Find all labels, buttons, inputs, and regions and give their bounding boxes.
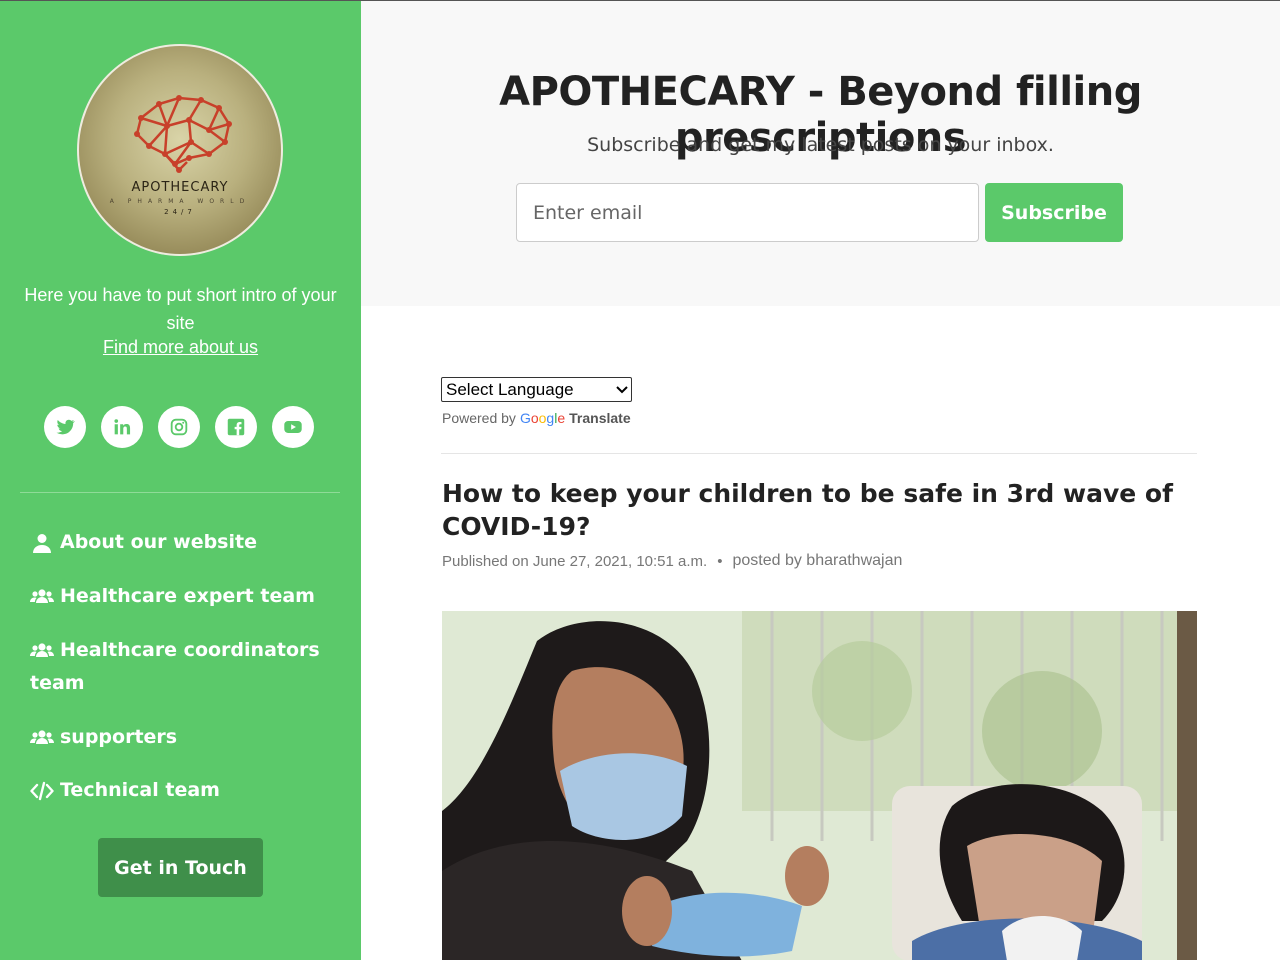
language-select[interactable]: Select Language	[441, 377, 632, 402]
instagram-icon	[170, 418, 188, 436]
google-translate-credit: Powered by Google Translate	[442, 410, 631, 426]
linkedin-icon	[114, 419, 131, 435]
sidebar-item-coordinators-team[interactable]: Healthcare coordinators team	[30, 634, 320, 700]
meta-separator: •	[717, 552, 723, 570]
logo-hours: 24/7	[164, 208, 196, 216]
page-header: APOTHECARY - Beyond filling prescription…	[361, 1, 1280, 306]
post-title[interactable]: How to keep your children to be safe in …	[442, 477, 1202, 543]
site-intro: Here you have to put short intro of your…	[24, 285, 337, 333]
translate-label[interactable]: Translate	[569, 410, 630, 426]
youtube-link[interactable]	[272, 406, 314, 448]
instagram-link[interactable]	[158, 406, 200, 448]
logo-tagline: A PHARMA WORLD	[109, 198, 251, 205]
subscribe-subtitle: Subscribe and get my latest posts on you…	[587, 134, 1054, 156]
post-date: Published on June 27, 2021, 10:51 a.m.	[442, 552, 708, 570]
users-icon	[30, 634, 60, 667]
powered-by-label: Powered by	[442, 410, 516, 426]
user-icon	[30, 526, 60, 559]
post-meta: Published on June 27, 2021, 10:51 a.m. •…	[442, 552, 902, 570]
sidebar-item-label: Healthcare coordinators team	[30, 639, 320, 694]
social-links	[44, 406, 314, 448]
google-logo[interactable]: Google	[520, 410, 565, 426]
youtube-icon	[284, 421, 302, 433]
chevron-down-icon	[613, 383, 631, 397]
facebook-link[interactable]	[215, 406, 257, 448]
find-more-link[interactable]: Find more about us	[0, 337, 361, 358]
sidebar-item-supporters[interactable]: supporters	[30, 721, 177, 754]
language-select-value: Select Language	[446, 379, 574, 399]
brain-network-icon	[134, 95, 232, 173]
sidebar-item-expert-team[interactable]: Healthcare expert team	[30, 580, 315, 613]
users-icon	[30, 580, 60, 613]
get-in-touch-button[interactable]: Get in Touch	[98, 838, 263, 897]
twitter-link[interactable]	[44, 406, 86, 448]
sidebar-item-technical-team[interactable]: Technical team	[30, 774, 220, 807]
sidebar-divider	[20, 492, 340, 493]
content-divider	[441, 453, 1197, 454]
sidebar-item-label: Healthcare expert team	[60, 585, 315, 607]
mother-child-mask-photo	[442, 611, 1197, 960]
sidebar-item-label: About our website	[60, 531, 257, 553]
linkedin-link[interactable]	[101, 406, 143, 448]
sidebar: APOTHECARY A PHARMA WORLD 24/7 Here you …	[0, 1, 361, 960]
sidebar-item-about[interactable]: About our website	[30, 526, 257, 559]
site-logo[interactable]: APOTHECARY A PHARMA WORLD 24/7	[77, 44, 283, 256]
twitter-icon	[56, 419, 75, 435]
email-field[interactable]	[516, 183, 979, 242]
subscribe-button[interactable]: Subscribe	[985, 183, 1123, 242]
sidebar-item-label: Technical team	[60, 779, 220, 801]
post-featured-image[interactable]	[442, 611, 1197, 960]
sidebar-item-label: supporters	[60, 726, 178, 748]
post-author: posted by bharathwajan	[732, 552, 903, 569]
logo-name: APOTHECARY	[131, 180, 229, 195]
code-icon	[30, 774, 60, 807]
users-icon	[30, 721, 60, 754]
facebook-icon	[227, 418, 245, 436]
